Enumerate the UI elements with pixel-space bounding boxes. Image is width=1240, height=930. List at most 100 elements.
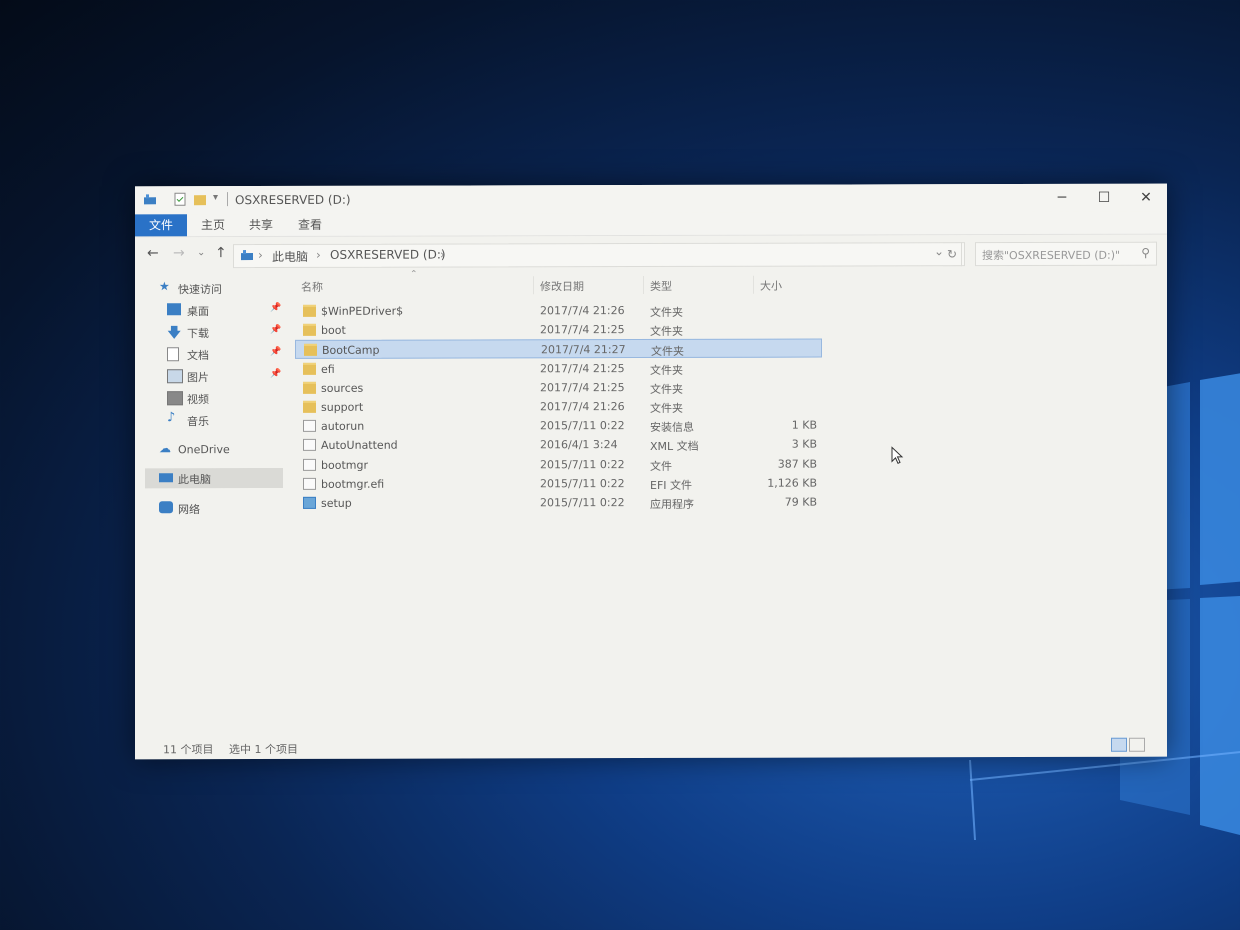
file-modified: 2017/7/4 21:25 (540, 323, 625, 337)
tab-view[interactable]: 查看 (284, 214, 336, 236)
sidebar-item-label: 音乐 (187, 415, 209, 429)
file-name: support (321, 400, 364, 414)
column-header-size[interactable]: 大小 (760, 278, 782, 294)
customize-qat-icon[interactable]: ▾ (213, 192, 227, 206)
file-modified: 2017/7/4 21:27 (541, 343, 626, 357)
file-name: $WinPEDriver$ (321, 304, 404, 318)
file-row[interactable]: AutoUnattend 2016/4/1 3:24 XML 文档 3 KB (295, 435, 822, 455)
up-button[interactable]: ↑ (215, 245, 227, 261)
close-button[interactable]: ✕ (1125, 184, 1167, 212)
file-modified: 2017/7/4 21:25 (540, 380, 625, 395)
sidebar-quick-access[interactable]: ★ 快速访问 (145, 278, 283, 298)
file-modified: 2015/7/11 0:22 (540, 419, 625, 433)
file-name: BootCamp (322, 344, 380, 358)
file-type: XML 文档 (650, 440, 699, 454)
file-icon (303, 439, 316, 452)
pin-icon[interactable]: 📌 (270, 303, 281, 313)
tab-file[interactable]: 文件 (135, 214, 187, 237)
file-icon (303, 458, 316, 471)
file-type: 文件夹 (650, 305, 683, 320)
sidebar-item-label: 图片 (187, 371, 209, 385)
file-modified: 2017/7/4 21:26 (540, 304, 625, 318)
file-row[interactable]: sources 2017/7/4 21:25 文件夹 (295, 377, 822, 397)
tab-share[interactable]: 共享 (235, 214, 287, 236)
file-row[interactable]: bootmgr.efi 2015/7/11 0:22 EFI 文件 1,126 KB (295, 473, 822, 493)
file-name: bootmgr.efi (321, 477, 385, 491)
recent-locations-button[interactable]: ⌄ (197, 247, 205, 258)
pin-icon[interactable]: 📌 (270, 347, 281, 357)
file-modified: 2017/7/4 21:25 (540, 361, 625, 375)
sidebar-item-downloads[interactable]: 🡇 下载 📌 (145, 322, 283, 342)
ribbon-tabs: 文件 主页 共享 查看 ⌄ ? (135, 211, 1167, 260)
column-divider[interactable] (533, 276, 534, 295)
file-row[interactable]: bootmgr 2015/7/11 0:22 文件 387 KB (295, 454, 822, 474)
file-type: 文件夹 (650, 363, 683, 377)
folder-icon (303, 324, 316, 337)
file-modified: 2015/7/11 0:22 (540, 496, 625, 510)
file-explorer-window: ▾ OSXRESERVED (D:) ─ ☐ ✕ 文件 主页 共享 查看 ⌄ ?… (135, 183, 1167, 760)
file-type: 安装信息 (650, 421, 694, 435)
sidebar-item-this-pc[interactable]: 此电脑 (145, 467, 283, 489)
column-header-name[interactable]: 名称 (301, 279, 323, 295)
properties-icon[interactable] (173, 192, 187, 206)
column-header-modified[interactable]: 修改日期 (540, 278, 584, 294)
picture-icon (167, 369, 183, 384)
file-row[interactable]: $WinPEDriver$ 2017/7/4 21:26 文件夹 (295, 301, 822, 321)
file-row[interactable]: setup 2015/7/11 0:22 应用程序 79 KB (295, 493, 822, 513)
file-row[interactable]: support 2017/7/4 21:26 文件夹 (295, 397, 822, 417)
file-name: bootmgr (321, 458, 368, 472)
download-icon: 🡇 (167, 325, 182, 342)
file-modified: 2015/7/11 0:22 (540, 457, 625, 471)
file-size: 1 KB (791, 418, 817, 432)
address-bar[interactable]: › 此电脑 › OSXRESERVED (D:) › ⌄ (233, 242, 965, 269)
network-icon (159, 501, 173, 514)
star-icon: ★ (159, 279, 170, 294)
pin-icon[interactable]: 📌 (270, 369, 281, 379)
column-divider[interactable] (643, 276, 644, 295)
sidebar-item-documents[interactable]: 文档 📌 (145, 344, 283, 364)
sidebar-item-label: 下载 (187, 327, 209, 341)
folder-icon (303, 400, 316, 413)
sidebar-item-label: OneDrive (178, 443, 230, 457)
details-view-button[interactable] (1111, 737, 1127, 752)
breadcrumb-this-pc[interactable]: 此电脑 (272, 248, 308, 265)
file-modified: 2015/7/11 0:22 (540, 476, 625, 491)
sidebar-item-label: 视频 (187, 393, 209, 407)
application-icon (303, 496, 316, 509)
sidebar-item-videos[interactable]: 视频 (145, 388, 283, 408)
file-row[interactable]: efi 2017/7/4 21:25 文件夹 (295, 358, 822, 378)
sidebar-item-onedrive[interactable]: ☁ OneDrive (145, 440, 283, 460)
file-type: EFI 文件 (650, 478, 693, 492)
video-icon (167, 391, 183, 406)
sidebar-item-network[interactable]: 网络 (145, 498, 283, 518)
forward-button[interactable]: → (173, 245, 185, 261)
back-button[interactable]: ← (147, 245, 159, 261)
minimize-button[interactable]: ─ (1041, 184, 1083, 212)
file-type: 文件夹 (651, 345, 684, 359)
sidebar-item-pictures[interactable]: 图片 📌 (145, 366, 283, 386)
file-row[interactable]: BootCamp 2017/7/4 21:27 文件夹 (295, 338, 822, 360)
window-title: OSXRESERVED (D:) (235, 192, 351, 208)
file-row[interactable]: autorun 2015/7/11 0:22 安装信息 1 KB (295, 416, 822, 436)
file-row[interactable]: boot 2017/7/4 21:25 文件夹 (295, 320, 822, 340)
pin-icon[interactable]: 📌 (270, 325, 281, 335)
column-header-type[interactable]: 类型 (650, 278, 672, 294)
refresh-button[interactable]: ↻ (943, 242, 962, 267)
sidebar-item-desktop[interactable]: 桌面 📌 (145, 300, 283, 320)
file-type: 应用程序 (650, 497, 694, 512)
column-divider[interactable] (753, 275, 754, 294)
navigation-pane: ★ 快速访问 桌面 📌 🡇 下载 📌 文档 📌 图片 📌 视频 ♪ 音乐 ☁ O… (145, 278, 285, 735)
computer-icon (159, 473, 173, 483)
new-folder-icon[interactable] (193, 192, 207, 206)
search-box[interactable]: 搜索"OSXRESERVED (D:)" ⚲ (975, 241, 1157, 267)
file-name: boot (321, 323, 346, 338)
cloud-icon: ☁ (159, 441, 171, 456)
tab-home[interactable]: 主页 (187, 214, 239, 236)
breadcrumb-drive[interactable]: OSXRESERVED (D:) (330, 248, 446, 262)
maximize-button[interactable]: ☐ (1083, 184, 1125, 212)
file-type: 文件 (650, 459, 672, 473)
sidebar-item-label: 桌面 (187, 305, 209, 319)
sidebar-item-music[interactable]: ♪ 音乐 (145, 410, 283, 430)
folder-icon (303, 304, 316, 317)
large-icons-view-button[interactable] (1129, 737, 1145, 752)
